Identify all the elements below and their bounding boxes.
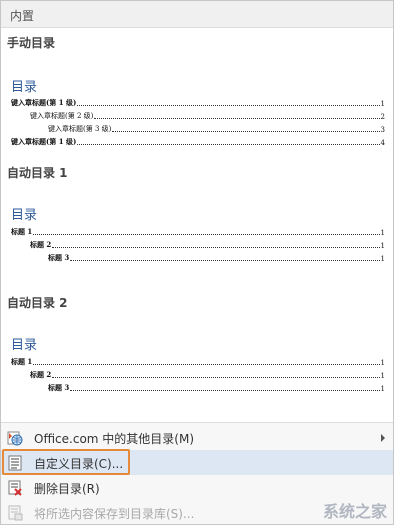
toc-entry-text: 标题 3 bbox=[48, 383, 70, 392]
gallery-item-auto-toc-2[interactable]: 自动目录 2 目录 标题 1 1 标题 2 1 标题 3 1 bbox=[1, 286, 393, 416]
toc-entry-text: 键入章标题(第 2 级) bbox=[30, 112, 94, 120]
toc-entry-page: 3 bbox=[380, 126, 385, 134]
toc-entry-page: 1 bbox=[380, 229, 385, 237]
gallery-item-title: 自动目录 1 bbox=[7, 166, 68, 180]
toc-entry-page: 1 bbox=[380, 242, 385, 250]
table-of-contents-gallery: 内置 手动目录 目录 键入章标题(第 1 级) 1 键入章标题(第 2 级) 2… bbox=[0, 0, 394, 525]
toc-entry: 标题 2 1 bbox=[30, 370, 385, 380]
toc-entry: 标题 2 1 bbox=[30, 240, 385, 250]
save-to-gallery-icon bbox=[7, 505, 23, 521]
toc-leader-dots bbox=[52, 247, 380, 248]
toc-entry-page: 1 bbox=[380, 255, 385, 263]
toc-leader-dots bbox=[52, 377, 380, 378]
more-toc-from-office-menu-item[interactable]: Office.com 中的其他目录(M) bbox=[1, 425, 393, 450]
toc-preview: 目录 键入章标题(第 1 级) 1 键入章标题(第 2 级) 2 键入章标题(第… bbox=[1, 50, 393, 154]
gallery-item-manual-toc[interactable]: 手动目录 目录 键入章标题(第 1 级) 1 键入章标题(第 2 级) 2 键入… bbox=[1, 28, 393, 154]
toc-leader-dots bbox=[70, 390, 380, 391]
toc-entry-text: 键入章标题(第 1 级) bbox=[11, 98, 77, 107]
toc-entry-text: 键入章标题(第 1 级) bbox=[11, 137, 77, 146]
toc-entry: 键入章标题(第 1 级) 1 bbox=[11, 98, 385, 108]
toc-preview: 目录 标题 1 1 标题 2 1 标题 3 1 bbox=[1, 310, 393, 410]
toc-leader-dots bbox=[33, 364, 380, 365]
toc-entry: 键入章标题(第 3 级) 3 bbox=[48, 124, 385, 134]
remove-toc-label: 删除目录(R) bbox=[34, 482, 100, 496]
toc-entry-text: 标题 3 bbox=[48, 253, 70, 262]
toc-entry: 标题 3 1 bbox=[48, 253, 385, 263]
toc-preview-heading: 目录 bbox=[11, 338, 38, 353]
toc-leader-dots bbox=[77, 105, 380, 106]
remove-toc-icon bbox=[7, 480, 23, 496]
toc-entry: 键入章标题(第 1 级) 4 bbox=[11, 137, 385, 147]
toc-leader-dots bbox=[77, 144, 380, 145]
gallery-item-title: 自动目录 2 bbox=[7, 296, 68, 310]
toc-preview-heading: 目录 bbox=[11, 80, 38, 95]
watermark-logo: 系统之家 bbox=[322, 502, 387, 521]
toc-entry: 标题 1 1 bbox=[11, 227, 385, 237]
save-selection-label: 将所选内容保存到目录库(S)... bbox=[34, 507, 195, 521]
toc-entry-page: 4 bbox=[380, 139, 385, 147]
submenu-arrow-icon bbox=[381, 434, 385, 442]
gallery-header-label: 内置 bbox=[10, 9, 35, 23]
toc-entry: 键入章标题(第 2 级) 2 bbox=[30, 111, 385, 121]
toc-entry-text: 标题 1 bbox=[11, 227, 33, 236]
toc-entry-text: 标题 1 bbox=[11, 357, 33, 366]
toc-entry-page: 2 bbox=[380, 113, 385, 121]
toc-entry-text: 标题 2 bbox=[30, 370, 52, 379]
gallery-item-title: 手动目录 bbox=[7, 36, 56, 50]
toc-entry: 标题 1 1 bbox=[11, 357, 385, 367]
toc-leader-dots bbox=[70, 260, 380, 261]
toc-entry-page: 1 bbox=[380, 100, 385, 108]
gallery-item-auto-toc-1[interactable]: 自动目录 1 目录 标题 1 1 标题 2 1 标题 3 1 bbox=[1, 156, 393, 286]
office-globe-icon bbox=[7, 430, 23, 446]
toc-preview: 目录 标题 1 1 标题 2 1 标题 3 1 bbox=[1, 180, 393, 280]
toc-leader-dots bbox=[94, 118, 380, 119]
gallery-header: 内置 bbox=[1, 1, 393, 28]
toc-entry-page: 1 bbox=[380, 372, 385, 380]
toc-entry-text: 标题 2 bbox=[30, 240, 52, 249]
toc-entry-page: 1 bbox=[380, 359, 385, 367]
toc-leader-dots bbox=[33, 234, 380, 235]
remove-toc-menu-item[interactable]: 删除目录(R) bbox=[1, 475, 393, 500]
toc-entry: 标题 3 1 bbox=[48, 383, 385, 393]
toc-preview-heading: 目录 bbox=[11, 208, 38, 223]
highlight-box bbox=[2, 449, 130, 475]
toc-entry-text: 键入章标题(第 3 级) bbox=[48, 125, 112, 133]
toc-entry-page: 1 bbox=[380, 385, 385, 393]
toc-leader-dots bbox=[112, 131, 380, 132]
more-toc-label: Office.com 中的其他目录(M) bbox=[34, 432, 195, 446]
